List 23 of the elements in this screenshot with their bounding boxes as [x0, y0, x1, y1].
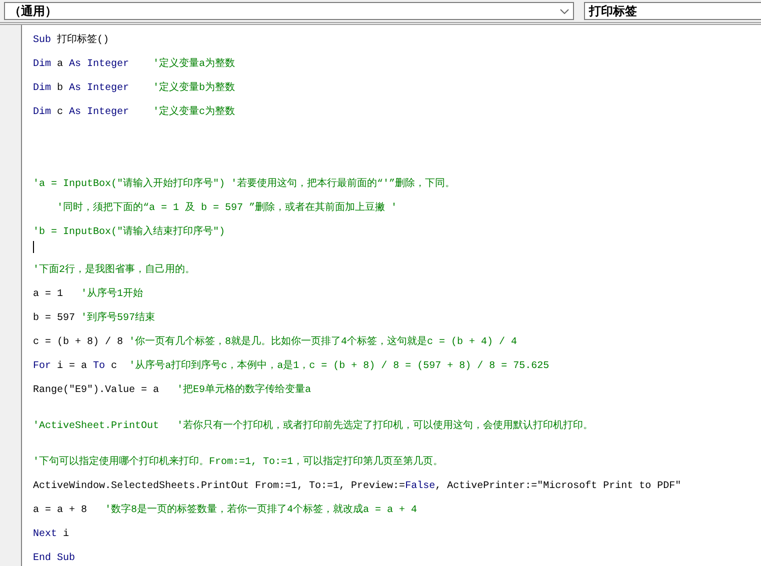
code-line: '下句可以指定使用哪个打印机来打印。From:=1, To:=1，可以指定打印第几页至第几页。	[33, 454, 444, 470]
chevron-down-icon	[560, 8, 569, 14]
code-line: Dim a As Integer '定义变量a为整数	[33, 56, 236, 72]
code-line: '同时，须把下面的“a = 1 及 b = 597 ”删除，或者在其前面加上豆撇 '	[56, 200, 398, 216]
code-line: End Sub	[33, 552, 76, 566]
text-cursor	[33, 241, 34, 253]
code-line: a = a + 8 '数字8是一页的标签数量，若你一页排了4个标签，就改成a = a + 4	[33, 502, 418, 518]
code-line: 'a = InputBox("请输入开始打印序号") '若要使用这句，把本行最前面的“'”删除，下同。	[33, 176, 456, 192]
code-line: c = (b + 8) / 8 '你一页有几个标签，8就是几。比如你一页排了4个标签，这句就是c = (b + 4) / 4	[33, 334, 518, 350]
code-line: For i = a To c '从序号a打印到序号c，本例中，a是1，c = (b + 8) / 8 = (597 + 8) / 8 = 75.625	[33, 358, 550, 374]
procedure-dropdown[interactable]: 打印标签	[584, 2, 761, 20]
code-line: Dim c As Integer '定义变量c为整数	[33, 104, 236, 120]
code-line: Range("E9").Value = a '把E9单元格的数字传给变量a	[33, 382, 312, 398]
code-line: Dim b As Integer '定义变量b为整数	[33, 80, 236, 96]
object-dropdown[interactable]: （通用）	[4, 2, 574, 20]
code-line: 'b = InputBox("请输入结束打印序号")	[33, 224, 226, 240]
code-line: a = 1 '从序号1开始	[33, 286, 144, 302]
code-line: Next i	[33, 528, 70, 542]
code-line: 'ActiveSheet.PrintOut '若你只有一个打印机，或者打印前先选定了打印机，可以使用这句，会使用默认打印机打印。	[33, 418, 594, 434]
code-line: b = 597 '到序号597结束	[33, 310, 156, 326]
code-line: ActiveWindow.SelectedSheets.PrintOut From:=1, To:=1, Preview:=False, ActivePrinter:="Microsoft Print to PDF"	[33, 480, 682, 494]
code-line: '下面2行，是我图省事，自己用的。	[33, 262, 196, 278]
code-line: Sub 打印标签()	[33, 32, 110, 48]
